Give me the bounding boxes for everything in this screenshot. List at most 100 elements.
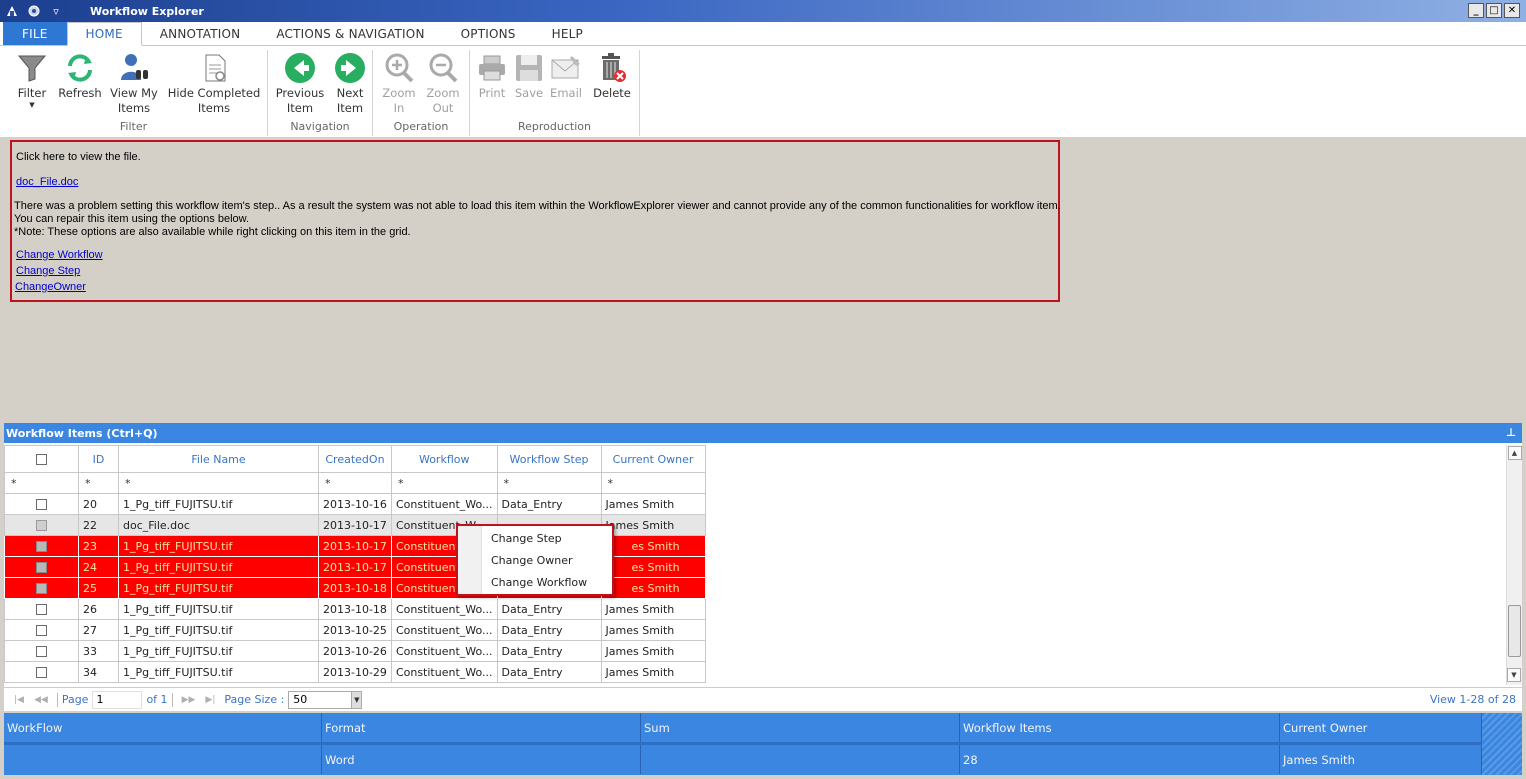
table-row[interactable]: 20 1_Pg_tiff_FUJITSU.tif 2013-10-16 Cons… bbox=[4, 493, 706, 515]
menu-item-change-workflow[interactable]: Change Workflow bbox=[491, 573, 587, 593]
close-button[interactable]: ✕ bbox=[1504, 3, 1520, 18]
tab-home[interactable]: HOME bbox=[66, 22, 142, 46]
column-header-workflow-step[interactable]: Workflow Step bbox=[496, 445, 602, 473]
tab-options[interactable]: OPTIONS bbox=[443, 22, 534, 45]
scroll-down-icon[interactable]: ▼ bbox=[1507, 668, 1521, 682]
customize-dropdown-icon[interactable]: ▿ bbox=[48, 3, 64, 19]
file-link[interactable]: doc_File.doc bbox=[16, 176, 78, 188]
summary-value-format: Word bbox=[322, 745, 641, 774]
summary-header-workflow-items[interactable]: Workflow Items bbox=[960, 713, 1280, 742]
email-button[interactable]: Email bbox=[548, 52, 584, 101]
next-item-button[interactable]: Next Item bbox=[330, 52, 370, 116]
filter-cell-current-owner[interactable]: * bbox=[600, 472, 706, 494]
hide-completed-items-button[interactable]: Hide Completed Items bbox=[166, 52, 262, 116]
summary-header-current-owner[interactable]: Current Owner bbox=[1280, 713, 1482, 742]
table-row[interactable]: 27 1_Pg_tiff_FUJITSU.tif 2013-10-25 Cons… bbox=[4, 619, 706, 641]
scroll-up-icon[interactable]: ▲ bbox=[1507, 446, 1522, 460]
filter-button[interactable]: Filter ▼ bbox=[14, 52, 50, 109]
next-page-icon[interactable]: ▶▶ bbox=[182, 695, 196, 705]
change-step-link[interactable]: Change Step bbox=[16, 265, 80, 277]
row-checkbox[interactable] bbox=[36, 499, 47, 510]
table-row[interactable]: 34 1_Pg_tiff_FUJITSU.tif 2013-10-29 Cons… bbox=[4, 661, 706, 683]
cell-current-owner: es Smith bbox=[600, 577, 706, 599]
cell-created-on: 2013-10-17 bbox=[318, 535, 392, 557]
zoom-in-button[interactable]: Zoom In bbox=[379, 52, 419, 116]
scroll-thumb[interactable] bbox=[1508, 605, 1521, 657]
column-header-current-owner[interactable]: Current Owner bbox=[600, 445, 706, 473]
user-binoculars-icon bbox=[121, 54, 148, 80]
navigation-group-label: Navigation bbox=[290, 120, 350, 133]
first-page-icon[interactable]: |◀ bbox=[14, 695, 24, 705]
tab-actions-navigation[interactable]: ACTIONS & NAVIGATION bbox=[258, 22, 442, 45]
summary-header-workflow[interactable]: WorkFlow bbox=[4, 713, 322, 742]
page-number-input[interactable] bbox=[92, 690, 143, 709]
column-header-workflow[interactable]: Workflow bbox=[390, 445, 498, 473]
cell-workflow: Constituent_Wo... bbox=[390, 493, 498, 515]
row-checkbox[interactable] bbox=[36, 562, 47, 573]
table-row[interactable]: 33 1_Pg_tiff_FUJITSU.tif 2013-10-26 Cons… bbox=[4, 640, 706, 662]
maximize-button[interactable]: □ bbox=[1486, 3, 1502, 18]
column-header-id[interactable]: ID bbox=[78, 445, 119, 473]
row-checkbox[interactable] bbox=[36, 541, 47, 552]
resize-grip-icon[interactable] bbox=[1482, 713, 1522, 775]
minimize-button[interactable]: _ bbox=[1468, 3, 1484, 18]
title-bar: ▿ Workflow Explorer _ □ ✕ bbox=[0, 0, 1526, 22]
column-header-file-name[interactable]: File Name bbox=[118, 445, 319, 473]
filter-cell-id[interactable]: * bbox=[78, 472, 119, 494]
cell-file-name: 1_Pg_tiff_FUJITSU.tif bbox=[118, 556, 319, 578]
settings-gear-icon[interactable] bbox=[26, 3, 42, 19]
app-menu-icon[interactable] bbox=[4, 3, 20, 19]
tab-help[interactable]: HELP bbox=[534, 22, 601, 45]
change-workflow-link[interactable]: Change Workflow bbox=[16, 249, 103, 261]
cell-created-on: 2013-10-16 bbox=[318, 493, 392, 515]
previous-page-icon[interactable]: ◀◀ bbox=[34, 695, 48, 705]
page-count-label: of 1 bbox=[146, 693, 168, 706]
summary-value-current-owner: James Smith bbox=[1280, 745, 1482, 774]
row-checkbox[interactable] bbox=[36, 646, 47, 657]
chevron-down-icon[interactable]: ▼ bbox=[351, 691, 362, 708]
row-checkbox[interactable] bbox=[36, 583, 47, 594]
change-owner-link[interactable]: ChangeOwner bbox=[15, 281, 86, 293]
refresh-label: Refresh bbox=[58, 86, 102, 100]
filter-cell-workflow[interactable]: * bbox=[390, 472, 498, 494]
select-all-checkbox[interactable] bbox=[36, 454, 47, 465]
grid-header-row: ID File Name CreatedOn Workflow Workflow… bbox=[4, 445, 706, 473]
printer-icon bbox=[479, 55, 505, 81]
zoom-out-button[interactable]: Zoom Out bbox=[423, 52, 463, 116]
filter-cell-created-on[interactable]: * bbox=[318, 472, 392, 494]
arrow-left-icon bbox=[285, 53, 315, 83]
grid-vertical-scrollbar[interactable]: ▲ ▼ bbox=[1506, 445, 1522, 685]
menu-item-change-step[interactable]: Change Step bbox=[491, 529, 562, 549]
page-size-select[interactable]: 50 ▼ bbox=[288, 690, 363, 709]
last-page-icon[interactable]: ▶| bbox=[205, 695, 215, 705]
print-button[interactable]: Print bbox=[474, 52, 510, 101]
filter-cell-workflow-step[interactable]: * bbox=[496, 472, 602, 494]
row-checkbox[interactable] bbox=[36, 520, 47, 531]
save-button[interactable]: Save bbox=[512, 52, 546, 101]
tab-file[interactable]: FILE bbox=[3, 22, 67, 45]
select-all-header[interactable] bbox=[4, 445, 79, 473]
refresh-button[interactable]: Refresh bbox=[58, 52, 102, 101]
row-checkbox[interactable] bbox=[36, 625, 47, 636]
view-my-items-label-line2: Items bbox=[117, 101, 151, 115]
filter-cell-select[interactable]: * bbox=[4, 472, 79, 494]
error-text-line1: There was a problem setting this workflo… bbox=[14, 200, 1061, 212]
previous-item-button[interactable]: Previous Item bbox=[276, 52, 324, 116]
row-checkbox[interactable] bbox=[36, 667, 47, 678]
summary-header-sum[interactable]: Sum bbox=[641, 713, 960, 742]
summary-header-format[interactable]: Format bbox=[322, 713, 641, 742]
cell-workflow: Constituent_Wo... bbox=[390, 598, 498, 620]
tab-annotation[interactable]: ANNOTATION bbox=[142, 22, 259, 45]
table-row[interactable]: 26 1_Pg_tiff_FUJITSU.tif 2013-10-18 Cons… bbox=[4, 598, 706, 620]
row-checkbox[interactable] bbox=[36, 604, 47, 615]
cell-current-owner: James Smith bbox=[600, 514, 706, 536]
cell-id: 24 bbox=[78, 556, 119, 578]
pin-icon[interactable]: ⊥ bbox=[1506, 426, 1516, 439]
delete-button[interactable]: Delete bbox=[592, 52, 632, 101]
window-controls: _ □ ✕ bbox=[1468, 3, 1520, 18]
cell-id: 34 bbox=[78, 661, 119, 683]
filter-cell-file-name[interactable]: * bbox=[118, 472, 319, 494]
menu-item-change-owner[interactable]: Change Owner bbox=[491, 551, 573, 571]
view-my-items-button[interactable]: View My Items bbox=[108, 52, 160, 116]
column-header-created-on[interactable]: CreatedOn bbox=[318, 445, 392, 473]
